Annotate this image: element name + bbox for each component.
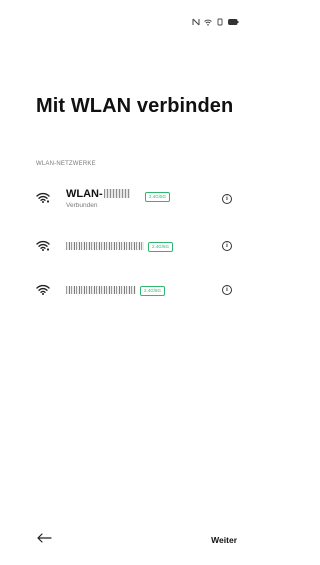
band-badge: 2.4G/5G: [148, 242, 174, 252]
arrow-left-icon[interactable]: [36, 533, 52, 543]
info-icon[interactable]: i: [222, 285, 232, 295]
info-icon[interactable]: i: [222, 194, 232, 204]
redacted-network-name: [66, 242, 144, 250]
redacted-network-name: [66, 286, 136, 294]
next-button[interactable]: Weiter: [211, 535, 237, 545]
wifi-signal-icon: [36, 240, 50, 251]
connection-status: Verbunden: [66, 202, 98, 209]
page-title: Mit WLAN verbinden: [36, 95, 234, 117]
wifi-icon: [204, 19, 212, 26]
network-row-connected[interactable]: WLAN- 2.4G/5G Verbunden i: [0, 184, 255, 214]
battery-icon: [228, 19, 239, 25]
network-row[interactable]: 2.4G/5G i: [0, 232, 255, 262]
network-row[interactable]: 2.4G/5G i: [0, 276, 255, 306]
network-name-prefix: WLAN-: [66, 188, 103, 200]
section-header: WLAN-NETZWERKE: [36, 161, 96, 167]
network-name: WLAN-: [66, 188, 130, 200]
info-icon[interactable]: i: [222, 241, 232, 251]
redacted-text: [103, 189, 130, 198]
vibrate-icon: [217, 18, 223, 26]
wifi-signal-icon: [36, 192, 50, 203]
band-badge: 2.4G/5G: [140, 286, 166, 296]
status-bar: [192, 18, 239, 26]
wifi-signal-icon: [36, 284, 50, 295]
nfc-icon: [192, 18, 200, 26]
band-badge: 2.4G/5G: [145, 192, 171, 202]
